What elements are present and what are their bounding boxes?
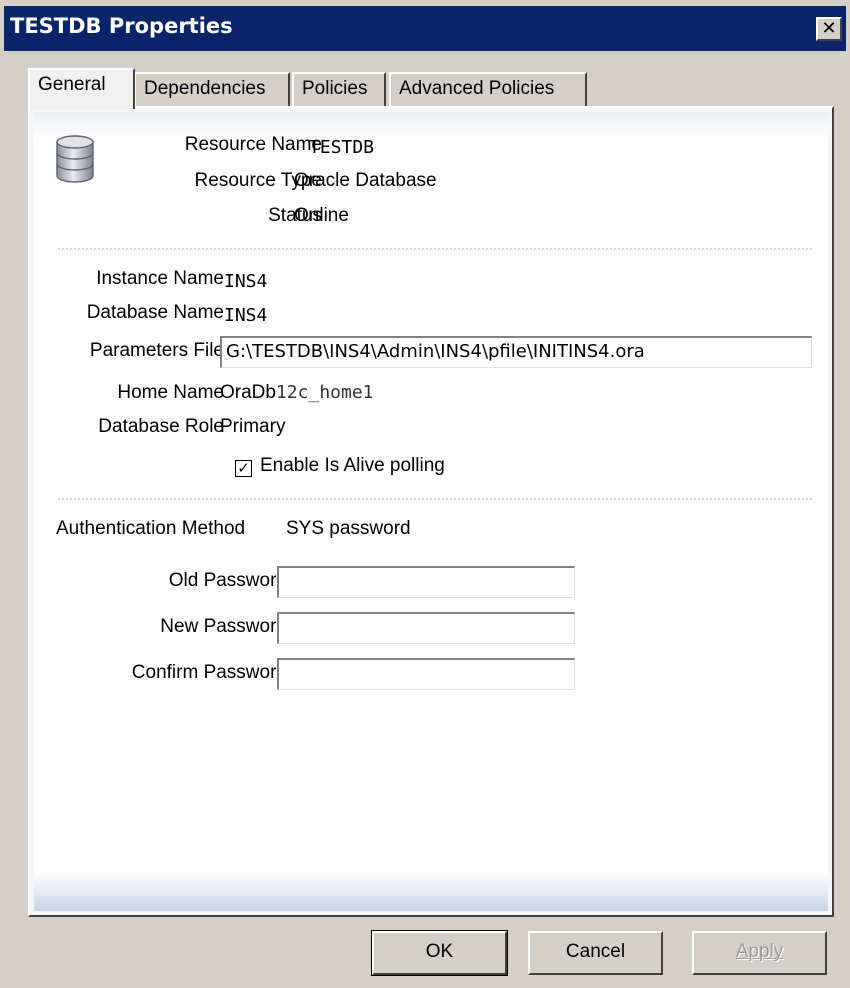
cancel-button-label: Cancel (565, 941, 626, 962)
polling-label[interactable]: Enable Is Alive polling (260, 455, 445, 477)
section-divider-2 (58, 498, 812, 500)
general-panel: Resource Name TESTDB Resource Type Oracl… (28, 106, 834, 917)
auth-method-value: SYS password (286, 518, 411, 539)
tab-general-label: General (38, 74, 106, 95)
ok-button[interactable]: OK (371, 930, 508, 976)
confirm-password-field[interactable] (277, 658, 575, 690)
close-button[interactable]: ✕ (816, 17, 842, 41)
tab-dependencies[interactable]: Dependencies (134, 72, 290, 106)
tab-advanced-policies[interactable]: Advanced Policies (389, 72, 587, 106)
general-panel-body: Resource Name TESTDB Resource Type Oracl… (34, 112, 828, 911)
status-value: Online (294, 205, 349, 226)
polling-checkbox[interactable]: ✓ (235, 460, 252, 477)
section-divider (58, 248, 812, 250)
cancel-button[interactable]: Cancel (528, 931, 663, 975)
old-password-field[interactable] (277, 566, 575, 598)
tab-policies[interactable]: Policies (292, 72, 386, 106)
instance-name-label: Instance Name (96, 268, 224, 289)
new-password-label: New Password (160, 616, 287, 637)
database-role-label: Database Role (98, 416, 224, 437)
check-icon: ✓ (237, 460, 250, 477)
close-icon: ✕ (821, 18, 837, 38)
tab-advanced-policies-label: Advanced Policies (399, 78, 555, 99)
new-password-field[interactable] (277, 612, 575, 644)
database-name-value: INS4 (224, 305, 268, 326)
home-name-label: Home Name (117, 382, 224, 403)
parameters-file-label: Parameters File (89, 340, 224, 361)
ok-button-label: OK (425, 941, 454, 962)
parameters-file-field[interactable]: G:\TESTDB\INS4\Admin\INS4\pfile\INITINS4… (220, 336, 812, 368)
old-password-label: Old Password (168, 570, 287, 591)
home-name-value-a: OraDb (220, 382, 276, 403)
home-name-value: OraDb12c_home1 (220, 382, 374, 404)
database-icon (56, 135, 94, 183)
tab-dependencies-label: Dependencies (144, 78, 266, 99)
home-name-value-b: 12c_home1 (275, 382, 374, 403)
title-bar[interactable]: TESTDB Properties ✕ (4, 6, 846, 51)
tab-policies-label: Policies (302, 78, 368, 99)
apply-button-label: Apply (735, 941, 784, 962)
database-role-value: Primary (220, 416, 286, 437)
confirm-password-label: Confirm Password (131, 662, 287, 683)
resource-name-label: Resource Name (184, 134, 322, 155)
apply-button[interactable]: Apply (692, 931, 827, 975)
database-name-label: Database Name (86, 302, 224, 323)
instance-name-value: INS4 (224, 271, 268, 292)
resource-type-value: Oracle Database (294, 170, 437, 191)
window-title: TESTDB Properties (10, 14, 233, 38)
auth-method-label: Authentication Method (56, 518, 246, 539)
tab-general[interactable]: General (28, 68, 135, 109)
resource-name-value: TESTDB (309, 137, 375, 158)
properties-dialog: TESTDB Properties ✕ General Dependencies… (0, 0, 850, 988)
